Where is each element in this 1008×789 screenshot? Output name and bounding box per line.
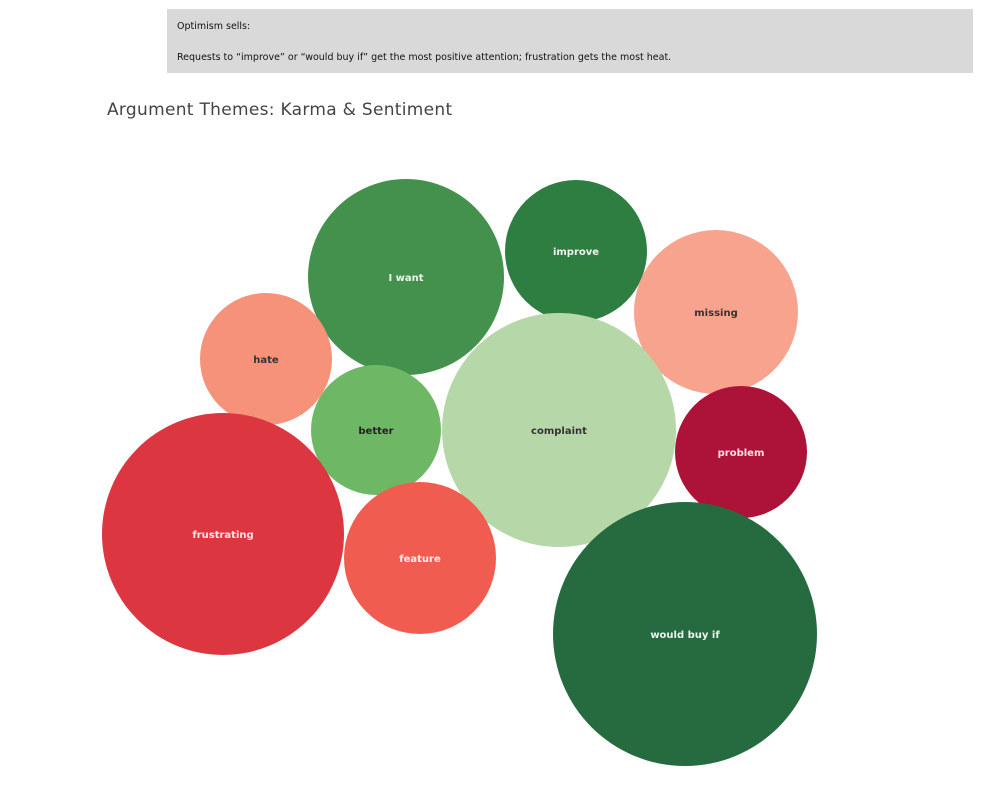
bubble-label-complaint: complaint (531, 426, 587, 437)
bubble-label-better: better (358, 426, 393, 437)
bubble-label-would-buy-if: would buy if (650, 630, 720, 641)
bubble-label-missing: missing (694, 308, 737, 319)
bubble-label-improve: improve (553, 247, 599, 258)
bubble-label-hate: hate (253, 355, 279, 366)
bubble-label-frustrating: frustrating (192, 530, 253, 541)
bubble-label-problem: problem (718, 448, 765, 459)
bubble-label-feature: feature (399, 554, 441, 565)
bubble-label-i-want: I want (388, 273, 423, 284)
bubble-chart: I want improve missing hate better complaint p… (102, 179, 817, 766)
